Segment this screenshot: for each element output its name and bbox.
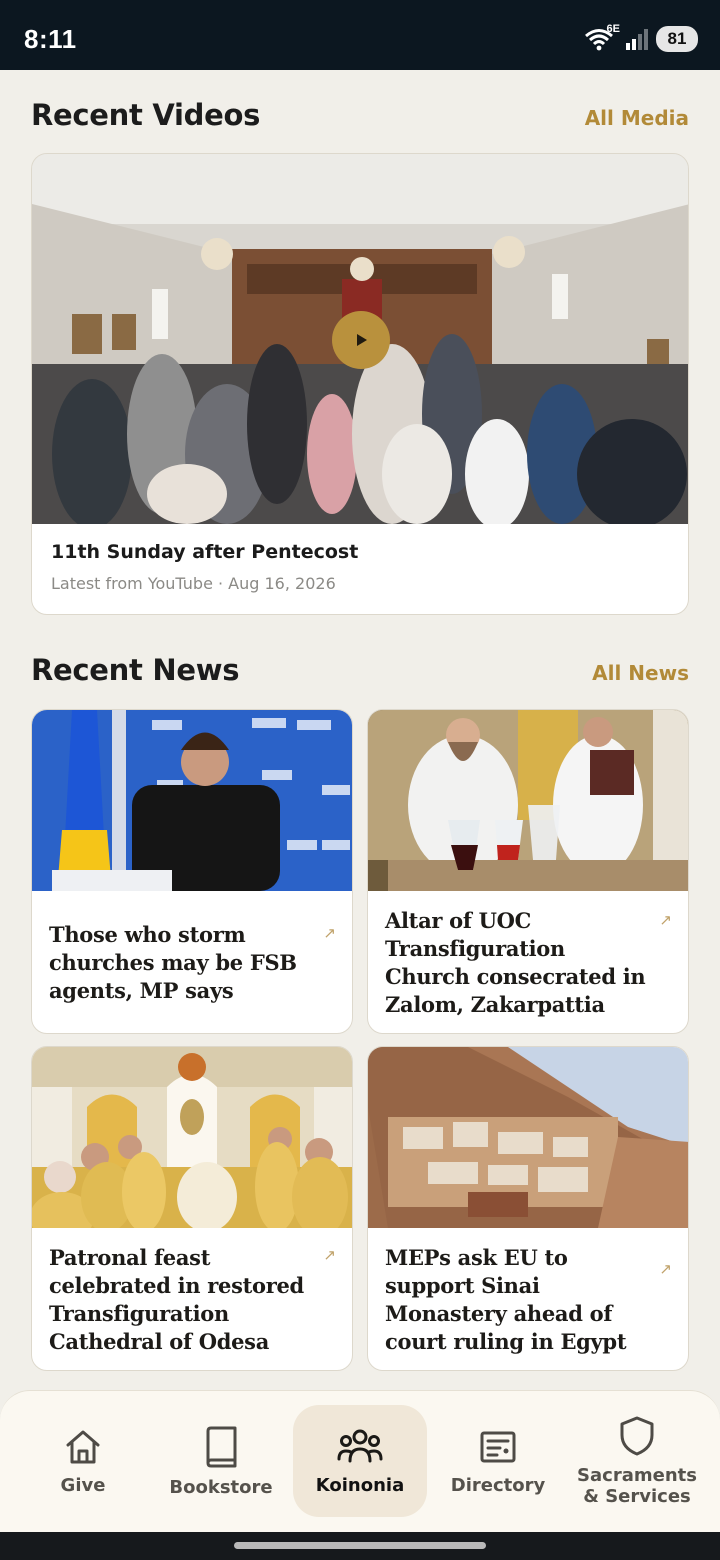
play-button[interactable] <box>332 311 390 369</box>
nav-label: Koinonia <box>315 1474 405 1496</box>
people-icon <box>337 1429 383 1462</box>
play-icon <box>357 334 367 346</box>
external-link-icon: ↗ <box>323 1247 336 1264</box>
home-icon <box>66 1430 100 1463</box>
news-image <box>32 710 352 891</box>
news-title: Those who storm churches may be FSB agen… <box>49 922 297 1003</box>
recent-videos-header: Recent Videos All Media <box>31 98 689 132</box>
network-type-label: 6E <box>606 23 620 35</box>
recent-news-header: Recent News All News <box>31 653 689 687</box>
home-indicator[interactable] <box>234 1542 486 1549</box>
news-card[interactable]: Altar of UOC Transfiguration Church cons… <box>367 709 689 1034</box>
bottom-navigation: Give Bookstore Koinonia Directory Sacram… <box>0 1390 720 1532</box>
recent-news-title: Recent News <box>31 653 240 687</box>
system-navigation-bar <box>0 1532 720 1560</box>
signal-icon <box>626 28 648 50</box>
nav-item-directory[interactable]: Directory <box>431 1405 565 1517</box>
nav-item-bookstore[interactable]: Bookstore <box>154 1405 288 1517</box>
recent-videos-title: Recent Videos <box>31 98 261 132</box>
external-link-icon: ↗ <box>659 1261 672 1278</box>
external-link-icon: ↗ <box>659 912 672 929</box>
video-card[interactable]: 11th Sunday after Pentecost Latest from … <box>31 153 689 615</box>
nav-item-sacraments-services[interactable]: Sacraments & Services <box>570 1405 704 1517</box>
status-bar: 8:11 6E 81 <box>0 0 720 70</box>
news-title: Patronal feast celebrated in restored Tr… <box>49 1245 304 1354</box>
video-title: 11th Sunday after Pentecost <box>51 541 359 563</box>
news-image <box>368 1047 688 1228</box>
nav-item-koinonia[interactable]: Koinonia <box>293 1405 427 1517</box>
news-body: MEPs ask EU to support Sinai Monastery a… <box>368 1228 688 1370</box>
news-card[interactable]: Those who storm churches may be FSB agen… <box>31 709 353 1034</box>
all-media-link[interactable]: All Media <box>585 106 689 130</box>
news-body: Altar of UOC Transfiguration Church cons… <box>368 891 688 1033</box>
news-body: Those who storm churches may be FSB agen… <box>32 891 352 1033</box>
book-icon <box>206 1426 237 1467</box>
nav-label: Give <box>60 1474 106 1496</box>
status-time: 8:11 <box>24 24 77 54</box>
wifi-icon: 6E <box>584 23 620 51</box>
all-news-link[interactable]: All News <box>592 661 689 685</box>
nav-label: Bookstore <box>169 1476 273 1498</box>
directory-icon <box>480 1431 516 1462</box>
news-title: MEPs ask EU to support Sinai Monastery a… <box>385 1245 627 1354</box>
nav-label: Directory <box>450 1474 546 1496</box>
video-thumbnail[interactable] <box>32 154 688 524</box>
battery-icon: 81 <box>656 26 698 52</box>
news-image <box>32 1047 352 1228</box>
news-card[interactable]: Patronal feast celebrated in restored Tr… <box>31 1046 353 1371</box>
nav-label: Sacraments & Services <box>577 1465 697 1507</box>
video-subtitle: Latest from YouTube · Aug 16, 2026 <box>51 574 336 593</box>
shield-icon <box>620 1416 654 1456</box>
news-image <box>368 710 688 891</box>
external-link-icon: ↗ <box>323 925 336 942</box>
status-icons: 6E 81 <box>584 23 698 52</box>
news-body: Patronal feast celebrated in restored Tr… <box>32 1228 352 1370</box>
news-card[interactable]: MEPs ask EU to support Sinai Monastery a… <box>367 1046 689 1371</box>
nav-item-give[interactable]: Give <box>16 1405 150 1517</box>
news-title: Altar of UOC Transfiguration Church cons… <box>385 908 646 1017</box>
